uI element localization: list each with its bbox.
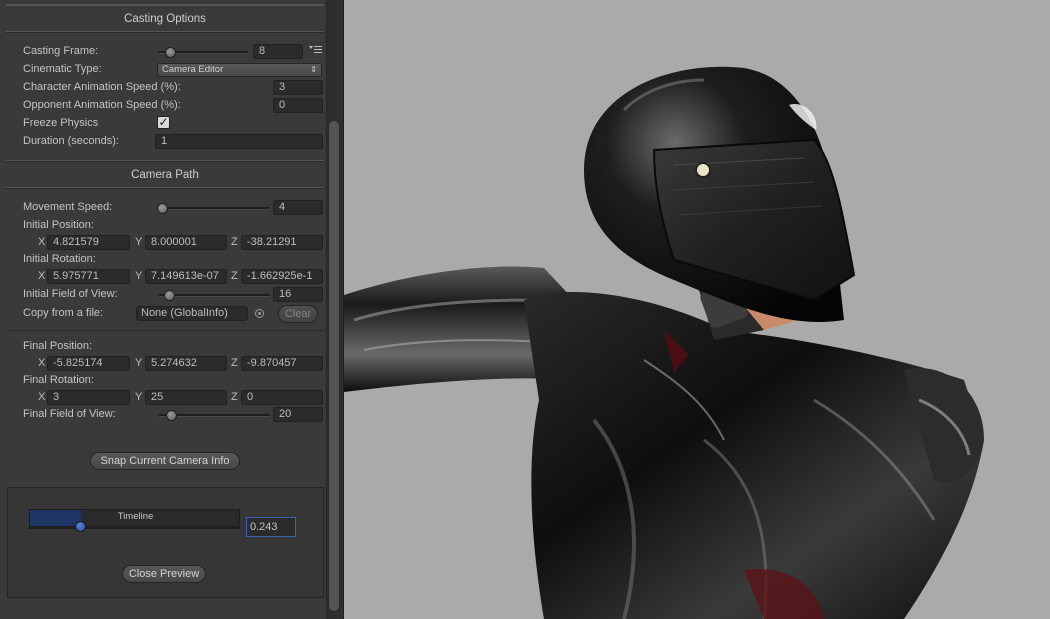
movement-speed-slider-track[interactable] [158,207,270,210]
initial-rotation-z-field[interactable]: -1.662925e-1 [241,269,323,284]
casting-options-header: Casting Options [124,13,206,25]
visor-bolt [695,162,711,178]
axis-x-label: X [38,270,46,282]
cinematic-type-dropdown[interactable]: Camera Editor ⇕ [157,63,322,77]
final-position-label: Final Position: [23,340,93,352]
cinematic-type-label: Cinematic Type: [23,63,102,75]
close-preview-button[interactable]: Close Preview [122,565,206,583]
character-anim-speed-label: Character Animation Speed (%): [23,81,181,93]
timeline-value-field[interactable]: 0.243 [246,517,296,537]
opponent-anim-speed-field[interactable]: 0 [273,98,323,113]
initial-position-z-field[interactable]: -38.21291 [241,235,323,250]
movement-speed-slider-handle[interactable] [157,203,168,214]
axis-y-label: Y [135,270,143,282]
character-anim-speed-field[interactable]: 3 [273,80,323,95]
duration-label: Duration (seconds): [23,135,119,147]
camera-path-header: Camera Path [131,169,199,181]
axis-x-label: X [38,236,46,248]
clear-button[interactable]: Clear [278,305,318,323]
timeline-label: Timeline [117,511,154,522]
initial-rotation-y-field[interactable]: 7.149613e-07 [145,269,227,284]
initial-position-y-field[interactable]: 8.000001 [145,235,227,250]
axis-y-label: Y [135,357,143,369]
final-position-y-field[interactable]: 5.274632 [145,356,227,371]
duration-field[interactable]: 1 [155,134,323,149]
cinematic-type-value: Camera Editor [162,64,224,75]
timeline-slider-handle[interactable] [75,521,86,532]
snap-camera-info-button[interactable]: Snap Current Camera Info [90,452,240,470]
axis-z-label: Z [231,236,238,248]
final-rotation-y-field[interactable]: 25 [145,390,227,405]
section-divider [6,160,324,162]
casting-options-panel: Casting Options Casting Frame: 8 Cinemat… [0,0,326,612]
movement-speed-label: Movement Speed: [23,201,113,213]
inspector-scrollbar-thumb[interactable] [328,120,340,612]
movement-speed-field[interactable]: 4 [273,200,323,215]
freeze-physics-checkbox[interactable]: ✓ [157,116,170,129]
casting-frame-field[interactable]: 8 [253,44,303,59]
section-divider [6,330,324,331]
final-position-x-field[interactable]: -5.825174 [47,356,130,371]
timeline-slider-track[interactable] [29,526,240,529]
initial-fov-field[interactable]: 16 [273,287,323,302]
initial-fov-label: Initial Field of View: [23,288,118,300]
final-rotation-label: Final Rotation: [23,374,94,386]
final-fov-field[interactable]: 20 [273,407,323,422]
final-fov-label: Final Field of View: [23,408,116,420]
section-divider [6,31,324,33]
character-render [344,66,984,619]
axis-x-label: X [38,357,46,369]
opponent-anim-speed-label: Opponent Animation Speed (%): [23,99,181,111]
final-fov-slider-handle[interactable] [166,410,177,421]
initial-position-x-field[interactable]: 4.821579 [47,235,130,250]
final-rotation-z-field[interactable]: 0 [241,390,323,405]
top-divider [6,4,324,6]
copy-from-file-label: Copy from a file: [23,307,104,319]
globalinfo-object-field[interactable]: None (GlobalInfo) [136,306,248,321]
options-menu-icon[interactable] [309,45,323,55]
initial-rotation-x-field[interactable]: 5.975771 [47,269,130,284]
axis-z-label: Z [231,270,238,282]
dropdown-arrows-icon: ⇕ [310,65,317,74]
section-divider [6,187,324,189]
object-picker-icon[interactable] [255,309,264,318]
initial-fov-slider-handle[interactable] [164,290,175,301]
casting-frame-slider-handle[interactable] [165,47,176,58]
axis-y-label: Y [135,391,143,403]
initial-position-label: Initial Position: [23,219,94,231]
axis-x-label: X [38,391,46,403]
final-position-z-field[interactable]: -9.870457 [241,356,323,371]
final-rotation-x-field[interactable]: 3 [47,390,130,405]
freeze-physics-label: Freeze Physics [23,117,99,129]
axis-y-label: Y [135,236,143,248]
axis-z-label: Z [231,391,238,403]
casting-frame-label: Casting Frame: [23,45,99,57]
initial-rotation-label: Initial Rotation: [23,253,96,265]
inspector-panel: Casting Options Casting Frame: 8 Cinemat… [0,0,344,619]
scene-viewport[interactable] [344,0,1050,619]
axis-z-label: Z [231,357,238,369]
